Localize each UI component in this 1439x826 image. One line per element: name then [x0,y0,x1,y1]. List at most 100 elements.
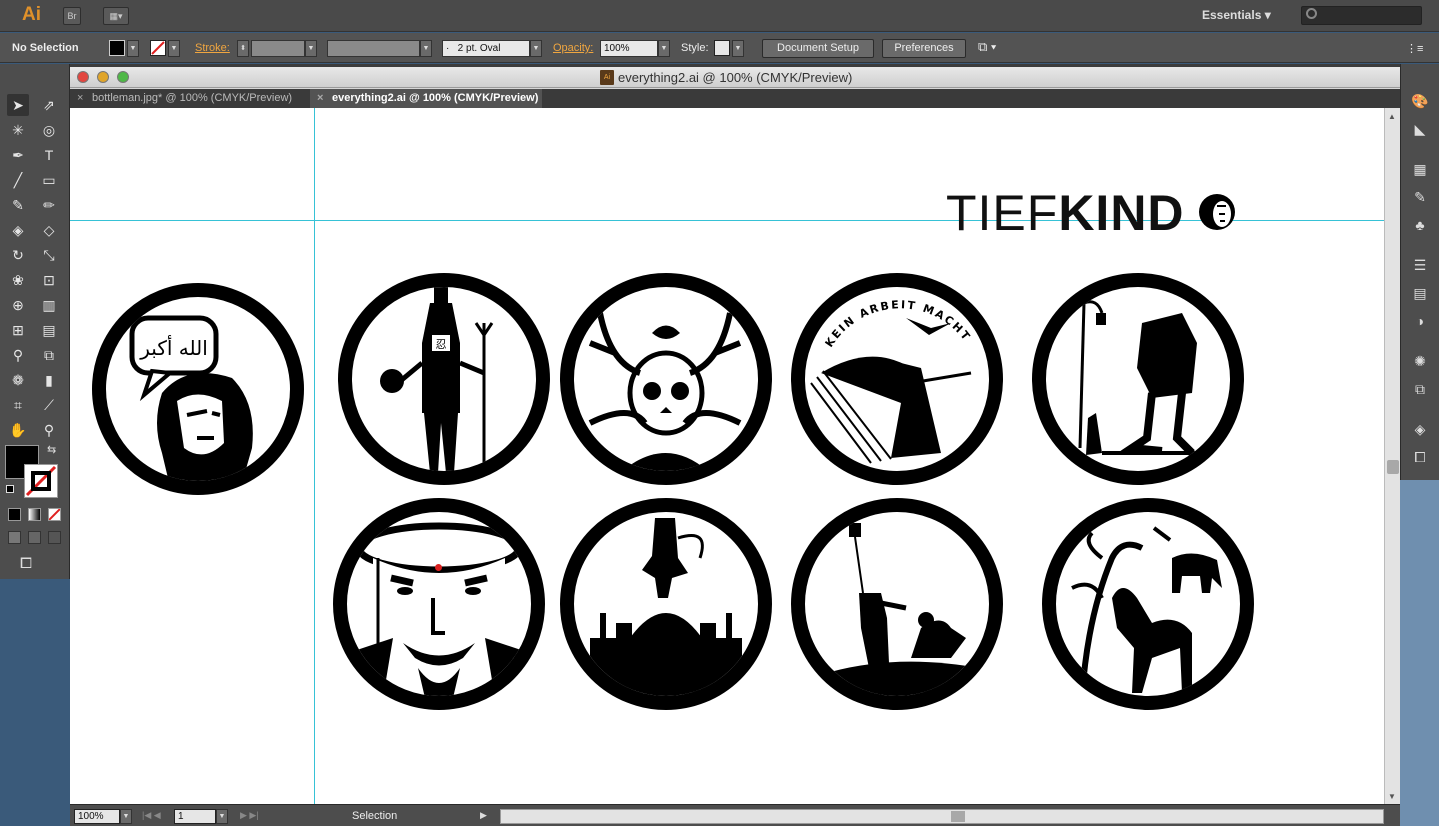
horizontal-scrollbar[interactable] [500,809,1384,824]
style-dropdown-icon[interactable]: ▼ [732,40,744,57]
mesh-tool-icon[interactable]: ⊞ [7,319,29,341]
medallion-kite-figure[interactable] [791,498,1003,710]
panel-menu-icon[interactable]: ⋮≡ [1406,42,1423,55]
appearance-panel-icon[interactable]: ✺ [1409,350,1431,372]
preferences-button[interactable]: Preferences [882,39,966,58]
variable-width-profile[interactable] [327,40,420,57]
rotate-tool-icon[interactable]: ↻ [7,244,29,266]
stroke-weight-field[interactable] [251,40,305,57]
workspace-switcher[interactable]: Essentials ▾ [1202,8,1271,22]
stroke-weight-stepper[interactable]: ⬍ [237,40,249,57]
color-guide-icon[interactable]: ◣ [1409,118,1431,140]
close-window-icon[interactable] [77,71,89,83]
bridge-button[interactable]: Br [63,7,81,25]
stroke-panel-icon[interactable]: ☰ [1409,254,1431,276]
layers-panel-icon[interactable]: ◈ [1409,418,1431,440]
perspective-grid-tool-icon[interactable]: ▥ [38,294,60,316]
line-tool-icon[interactable]: ╱ [7,169,29,191]
horizontal-scroll-thumb[interactable] [951,811,965,822]
eyedropper-tool-icon[interactable]: ⚲ [7,344,29,366]
stroke-weight-dropdown-icon[interactable]: ▼ [305,40,317,57]
minimize-window-icon[interactable] [97,71,109,83]
rectangle-tool-icon[interactable]: ▭ [38,169,60,191]
hand-tool-icon[interactable]: ✋ [7,419,29,441]
scroll-down-icon[interactable]: ▼ [1388,792,1396,801]
vertical-scrollbar[interactable]: ▲ ▼ [1384,108,1400,804]
search-input[interactable] [1301,6,1422,25]
color-panel-icon[interactable]: 🎨 [1409,90,1431,112]
lasso-tool-icon[interactable]: ◎ [38,119,60,141]
swap-fill-stroke-icon[interactable]: ⇆ [47,443,56,456]
symbol-sprayer-tool-icon[interactable]: ❁ [7,369,29,391]
artboard-field[interactable]: 1 [174,809,216,824]
slice-tool-icon[interactable]: ⟋ [38,394,60,416]
zoom-window-icon[interactable] [117,71,129,83]
artboard-dropdown-icon[interactable]: ▼ [216,809,228,824]
gradient-panel-icon[interactable]: ▤ [1409,282,1431,304]
scale-tool-icon[interactable]: ⤡ [38,244,60,266]
artboard-tool-icon[interactable]: ⌗ [7,394,29,416]
free-transform-tool-icon[interactable]: ⊡ [38,269,60,291]
gradient-tool-icon[interactable]: ▤ [38,319,60,341]
close-tab-icon[interactable]: × [77,89,83,108]
zoom-field[interactable]: 100% [74,809,120,824]
eraser-tool-icon[interactable]: ◇ [38,219,60,241]
style-swatch[interactable] [714,40,730,56]
type-tool-icon[interactable]: T [38,144,60,166]
brush-dropdown-icon[interactable]: ▼ [530,40,542,57]
opacity-field[interactable]: 100% [600,40,658,57]
pencil-tool-icon[interactable]: ✏ [38,194,60,216]
transparency-panel-icon[interactable]: ◑ [1409,310,1431,332]
draw-behind-icon[interactable] [28,531,41,544]
magic-wand-tool-icon[interactable]: ✳ [7,119,29,141]
tab-everything2[interactable]: × everything2.ai @ 100% (CMYK/Preview) [310,89,542,108]
scroll-up-icon[interactable]: ▲ [1388,112,1396,121]
medallion-horses[interactable] [1042,498,1254,710]
stroke-color-box[interactable] [24,464,58,498]
artboard-canvas[interactable]: TIEFKIND الله أكبر 忍 KEIN ARBEIT MACHT [70,108,1384,804]
profile-dropdown-icon[interactable]: ▼ [420,40,432,57]
artboards-panel-icon[interactable]: ⧠ [1409,446,1431,468]
medallion-winged-warrior[interactable]: KEIN ARBEIT MACHT FREI [791,273,1003,485]
selection-tool-icon[interactable]: ➤ [7,94,29,116]
tiefkind-logo[interactable]: TIEFKIND [946,188,1241,238]
column-graph-tool-icon[interactable]: ▮ [38,369,60,391]
pen-tool-icon[interactable]: ✒ [7,144,29,166]
direct-selection-tool-icon[interactable]: ⇗ [38,94,60,116]
graphic-styles-icon[interactable]: ⧉ [1409,378,1431,400]
status-menu-icon[interactable]: ▶ [480,810,487,821]
draw-inside-icon[interactable] [48,531,61,544]
stroke-dropdown-icon[interactable]: ▼ [168,40,180,57]
shape-builder-tool-icon[interactable]: ⊕ [7,294,29,316]
blend-tool-icon[interactable]: ⧉ [38,344,60,366]
swatches-panel-icon[interactable]: ▦ [1409,158,1431,180]
screen-mode-icon[interactable]: ⧠ [20,555,32,572]
zoom-tool-icon[interactable]: ⚲ [38,419,60,441]
opacity-label[interactable]: Opacity: [553,42,593,54]
arrange-icon[interactable]: ⧉ ▾ [978,39,996,55]
color-mode-icon[interactable] [8,508,21,521]
medallion-turban-face[interactable] [333,498,545,710]
close-tab-icon[interactable]: × [317,89,323,108]
draw-normal-icon[interactable] [8,531,21,544]
blob-brush-tool-icon[interactable]: ◈ [7,219,29,241]
fill-dropdown-icon[interactable]: ▼ [127,40,139,57]
paintbrush-tool-icon[interactable]: ✎ [7,194,29,216]
fill-swatch[interactable] [109,40,125,56]
symbols-panel-icon[interactable]: ♣ [1409,214,1431,236]
default-colors-icon[interactable] [6,485,14,493]
brush-definition-field[interactable]: · 2 pt. Oval [442,40,530,57]
tab-bottleman[interactable]: × bottleman.jpg* @ 100% (CMYK/Preview) [70,89,307,108]
zoom-dropdown-icon[interactable]: ▼ [120,809,132,824]
medallion-taj-figure[interactable] [560,498,772,710]
first-artboard-icon[interactable]: |◀ ◀ [142,810,161,821]
stroke-swatch[interactable] [150,40,166,56]
stroke-label[interactable]: Stroke: [195,42,230,54]
warp-tool-icon[interactable]: ❀ [7,269,29,291]
none-mode-icon[interactable] [48,508,61,521]
medallion-skull-antlers[interactable] [560,273,772,485]
opacity-dropdown-icon[interactable]: ▼ [658,40,670,57]
arrange-documents-icon[interactable]: ▦▾ [103,7,129,25]
brushes-panel-icon[interactable]: ✎ [1409,186,1431,208]
gradient-mode-icon[interactable] [28,508,41,521]
